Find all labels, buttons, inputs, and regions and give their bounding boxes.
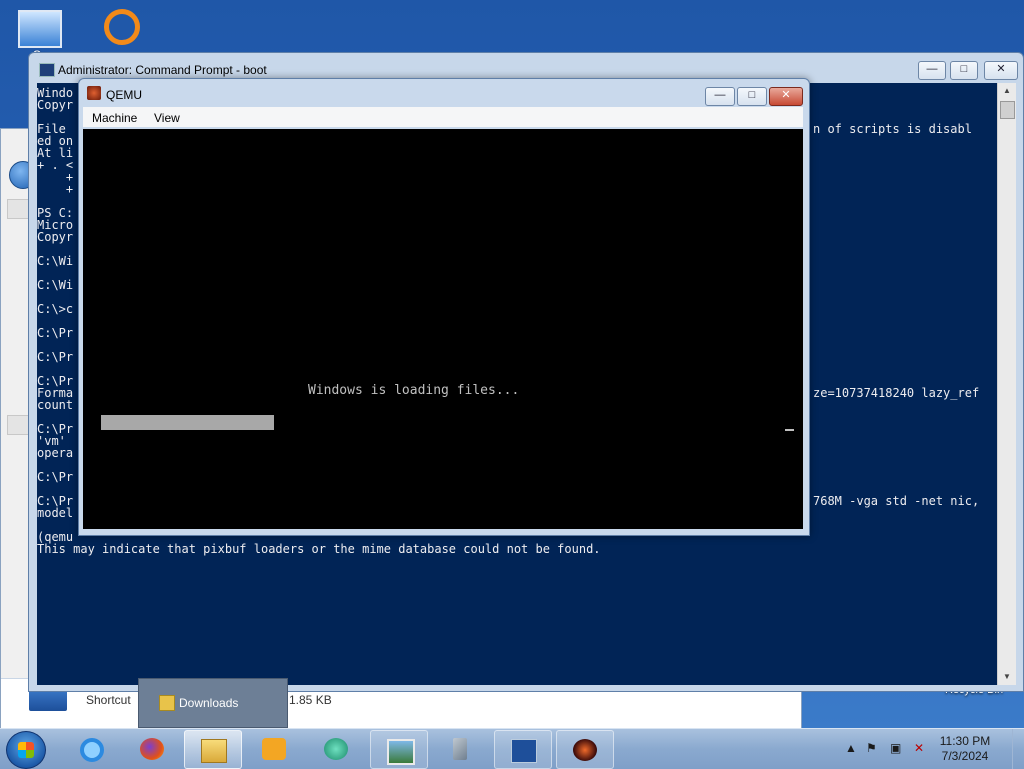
taskbar-green-app[interactable] <box>308 730 364 767</box>
qemu-maximize-button[interactable]: □ <box>737 87 767 106</box>
clock-time: 11:30 PM <box>939 734 991 748</box>
console-line: This may indicate that pixbuf loaders or… <box>37 542 601 556</box>
show-hidden-icons-icon[interactable]: ▲ <box>845 741 857 755</box>
taskbar-qemu[interactable] <box>556 730 614 769</box>
taskbar-media-player[interactable] <box>246 730 302 767</box>
console-line-tail: n of scripts is disabl <box>813 122 972 136</box>
taskbar-firefox[interactable] <box>124 730 180 767</box>
console-line: + <box>37 182 74 196</box>
menu-machine[interactable]: Machine <box>92 111 137 125</box>
windows-logo-icon <box>18 742 34 758</box>
qemu-icon <box>573 739 597 761</box>
tools-icon <box>453 738 467 760</box>
minimize-button[interactable]: — <box>918 61 946 80</box>
console-line: C:\>c <box>37 302 74 316</box>
orange-ring-icon <box>104 9 140 45</box>
qemu-minimize-button[interactable]: — <box>705 87 735 106</box>
folder-icon <box>159 695 175 711</box>
qemu-title: QEMU <box>106 88 142 102</box>
console-line: C:\Pr <box>37 350 74 364</box>
vm-loading-text: Windows is loading files... <box>308 383 520 398</box>
qemu-window: QEMU — □ ✕ Machine View Windows is loadi… <box>78 78 810 536</box>
qemu-close-button[interactable]: ✕ <box>769 87 803 106</box>
maximize-button[interactable]: □ <box>950 61 978 80</box>
qemu-menubar: Machine View <box>83 107 803 127</box>
taskbar-internet-explorer[interactable] <box>62 730 118 767</box>
downloads-label: Downloads <box>179 696 239 710</box>
clock[interactable]: 11:30 PM 7/3/2024 <box>930 734 1000 764</box>
console-line: C:\Wi <box>37 278 74 292</box>
firefox-icon <box>140 738 164 760</box>
close-button[interactable]: ✕ <box>984 61 1018 80</box>
console-line: C:\Pr <box>37 326 74 340</box>
downloads-taskbar-preview[interactable]: Downloads <box>138 678 288 728</box>
vm-progress-bar <box>101 415 274 430</box>
menu-view[interactable]: View <box>154 111 180 125</box>
console-line: C:\Pr <box>37 470 74 484</box>
scroll-thumb[interactable] <box>1000 101 1015 119</box>
taskbar: ▲ ⚑ ▣ ✕ 11:30 PM 7/3/2024 <box>0 728 1024 769</box>
vm-display[interactable]: Windows is loading files... <box>83 129 803 529</box>
start-button[interactable] <box>6 731 46 769</box>
vm-text-cursor <box>785 429 794 431</box>
console-line: Copyr <box>37 230 74 244</box>
details-type: Shortcut <box>86 693 131 707</box>
computer-icon <box>18 10 62 48</box>
network-icon[interactable]: ▣ <box>890 741 901 755</box>
details-size: 1.85 KB <box>289 693 332 707</box>
action-center-flag-icon[interactable]: ⚑ <box>866 741 877 755</box>
scroll-down-icon[interactable]: ▼ <box>998 669 1016 685</box>
powershell-icon <box>39 63 55 77</box>
ring-app-desktop-icon[interactable] <box>90 6 154 45</box>
qemu-icon <box>87 86 101 100</box>
media-player-icon <box>262 738 286 760</box>
internet-explorer-icon <box>80 738 104 762</box>
console-line-tail: ze=10737418240 lazy_ref <box>813 386 980 400</box>
cmd-title: Administrator: Command Prompt - boot <box>58 63 267 77</box>
green-circle-icon <box>324 738 348 760</box>
shortcut-file-icon <box>29 689 67 711</box>
console-line: model <box>37 506 74 520</box>
taskbar-tools[interactable] <box>432 730 488 767</box>
taskbar-powershell[interactable] <box>494 730 552 769</box>
vertical-scrollbar[interactable]: ▲ ▼ <box>997 83 1016 685</box>
console-line: opera <box>37 446 74 460</box>
console-line: C:\Wi <box>37 254 74 268</box>
console-line: Copyr <box>37 98 74 112</box>
taskbar-explorer[interactable] <box>184 730 242 769</box>
picture-icon <box>387 739 415 765</box>
taskbar-image-viewer[interactable] <box>370 730 428 769</box>
console-line-tail: 768M -vga std -net nic, <box>813 494 980 508</box>
clock-date: 7/3/2024 <box>941 749 989 763</box>
folder-icon <box>201 739 227 763</box>
show-desktop-button[interactable] <box>1012 729 1024 769</box>
console-line: count <box>37 398 74 412</box>
scroll-up-icon[interactable]: ▲ <box>998 83 1016 99</box>
powershell-icon <box>511 739 537 763</box>
volume-muted-icon[interactable]: ✕ <box>914 741 924 755</box>
